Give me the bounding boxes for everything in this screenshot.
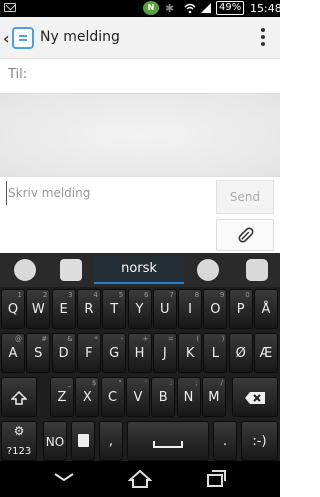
clock: 15:48: [250, 2, 282, 15]
key-æ[interactable]: Æ: [254, 333, 278, 373]
paperclip-icon: [238, 227, 254, 243]
comma-key[interactable]: ,: [99, 421, 123, 461]
emoji-icon[interactable]: [197, 259, 219, 281]
key-ø[interactable]: Ø: [228, 333, 253, 373]
key-å[interactable]: Å: [254, 289, 278, 329]
key-l[interactable]: L): [203, 333, 228, 373]
key-j[interactable]: J =: [152, 333, 177, 373]
key-y[interactable]: Y6: [127, 289, 152, 329]
back-icon[interactable]: ‹: [3, 29, 10, 48]
key-v[interactable]: V ': [125, 377, 150, 417]
settings-icon: ⚙: [13, 424, 25, 438]
mail-icon: [4, 3, 16, 12]
send-button[interactable]: Send: [216, 180, 274, 214]
smiley-key[interactable]: :-): [241, 421, 278, 461]
key-d[interactable]: D &: [51, 333, 76, 373]
language-key[interactable]: NO: [43, 421, 67, 461]
recipient-field[interactable]: Til:: [0, 59, 280, 93]
home-nav-icon[interactable]: [128, 469, 152, 489]
key-q[interactable]: Q1: [1, 289, 25, 329]
key-b[interactable]: B:: [151, 377, 176, 417]
key-x[interactable]: X $: [75, 377, 100, 417]
action-bar: ‹ Ny melding: [0, 17, 280, 59]
navigation-bar: [0, 461, 280, 497]
key-w[interactable]: W2: [26, 289, 51, 329]
key-e[interactable]: E3: [51, 289, 76, 329]
keyboard-toolbar: norsk: [0, 253, 280, 287]
key-n[interactable]: N;: [176, 377, 201, 417]
page-title: Ny melding: [40, 29, 120, 45]
key-h[interactable]: H +: [127, 333, 152, 373]
keyboard: norsk Q 1 W 2 E 3 R 4 T 5 Y 6 U 7 I 8 O 9 P 0 Å A @ S # D & F * G - H + J…: [0, 253, 280, 461]
input-mode-icon: [77, 434, 89, 447]
key-f[interactable]: F *: [76, 333, 101, 373]
bluetooth-icon: ✱: [165, 2, 175, 15]
language-selector[interactable]: norsk: [94, 256, 184, 284]
compose-area: Skriv melding Send: [0, 177, 280, 253]
key-a[interactable]: A @: [1, 333, 25, 373]
shift-icon: [10, 390, 28, 405]
symbols-key[interactable]: ?123 ⚙: [1, 421, 37, 461]
key-c[interactable]: C ": [100, 377, 125, 417]
space-icon: [153, 441, 183, 448]
key-i[interactable]: I8: [178, 289, 203, 329]
recent-apps-icon[interactable]: [204, 469, 228, 489]
nfc-icon: N: [143, 1, 159, 15]
status-bar: N ✱ 49% 15:48: [0, 0, 282, 17]
back-nav-icon[interactable]: [52, 469, 76, 485]
wifi-icon: [184, 3, 196, 14]
signal-icon: [201, 3, 211, 13]
key-u[interactable]: U7: [152, 289, 177, 329]
key-t[interactable]: T5: [102, 289, 127, 329]
shift-key[interactable]: [1, 377, 37, 417]
recipient-label: Til:: [8, 67, 28, 82]
keypad-icon[interactable]: [246, 259, 268, 281]
message-input[interactable]: Skriv melding: [6, 181, 206, 205]
battery-indicator: 49%: [216, 1, 245, 15]
key-p[interactable]: P0: [228, 289, 253, 329]
key-o[interactable]: O9: [203, 289, 228, 329]
space-key[interactable]: [127, 421, 209, 461]
key-r[interactable]: R4: [76, 289, 101, 329]
overflow-menu-icon[interactable]: [261, 28, 265, 49]
input-mode-key[interactable]: [71, 421, 95, 461]
home-key-icon[interactable]: [60, 259, 82, 281]
attach-button[interactable]: [216, 219, 274, 251]
key-g[interactable]: G-: [102, 333, 127, 373]
swype-icon[interactable]: [14, 259, 36, 281]
key-s[interactable]: S #: [26, 333, 51, 373]
key-k[interactable]: K(: [178, 333, 203, 373]
backspace-key[interactable]: [232, 377, 278, 417]
key-m[interactable]: M /: [201, 377, 226, 417]
key-z[interactable]: Z _: [50, 377, 74, 417]
backspace-icon: [245, 392, 265, 404]
conversation-area: [0, 93, 280, 177]
messaging-app-icon[interactable]: [12, 27, 34, 49]
period-key[interactable]: .: [213, 421, 237, 461]
